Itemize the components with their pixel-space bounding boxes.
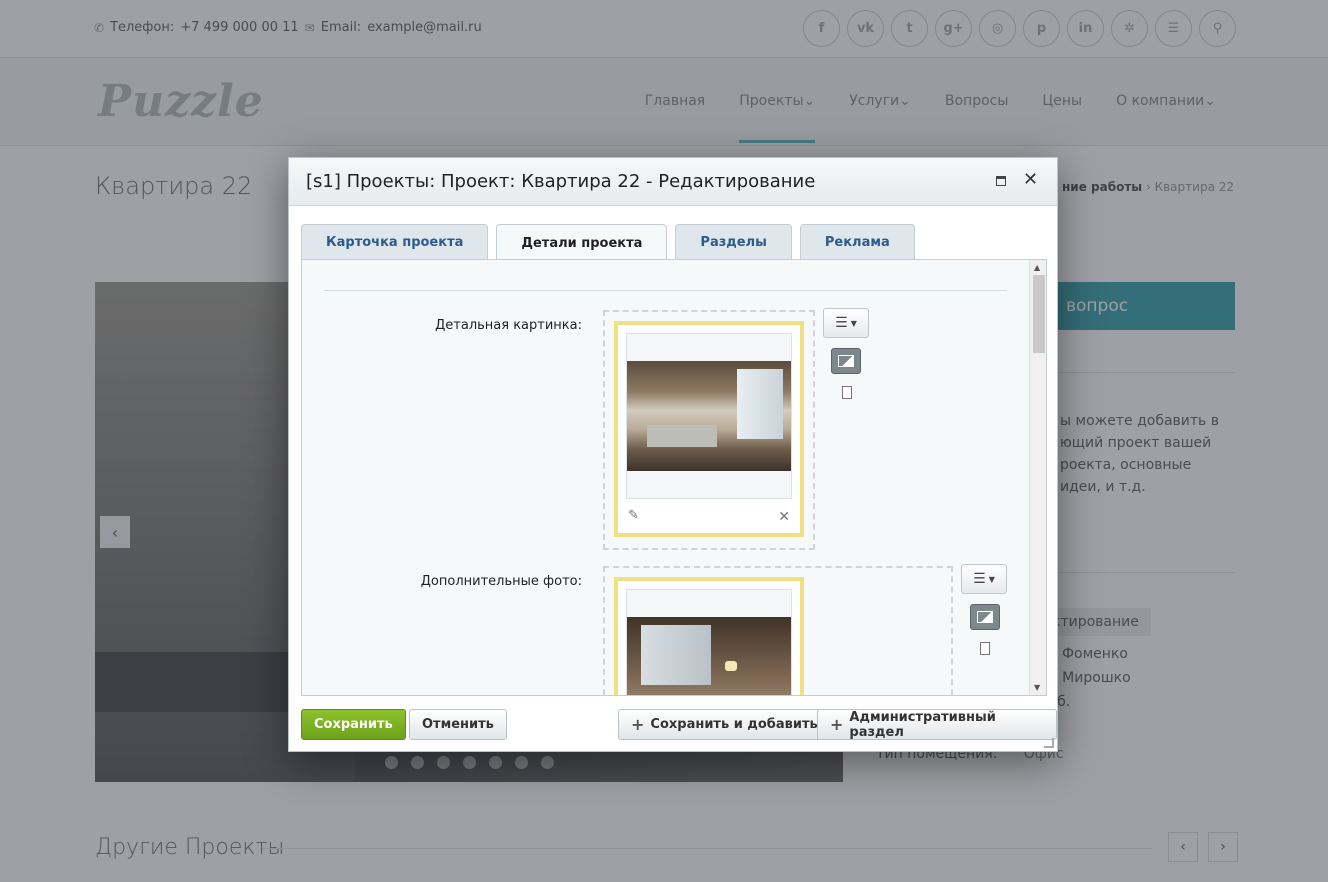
photo-window: [737, 369, 783, 439]
chevron-down-icon: ▼: [988, 574, 995, 584]
save-and-add-label: Сохранить и добавить: [650, 717, 818, 732]
divider: [324, 290, 1007, 291]
tab-project-card[interactable]: Карточка проекта: [301, 224, 489, 260]
scrollbar-thumb[interactable]: [1033, 275, 1045, 353]
dialog-tabs: Карточка проекта Детали проекта Разделы …: [301, 224, 915, 261]
scrollbar[interactable]: ▲ ▼: [1029, 260, 1046, 695]
photo-counter: [647, 425, 717, 447]
detail-picture-label: Детальная картинка:: [435, 318, 582, 333]
cancel-button[interactable]: Отменить: [409, 709, 507, 740]
plus-icon: +: [631, 715, 645, 734]
tab-advertising[interactable]: Реклама: [799, 224, 915, 260]
chevron-down-icon: ▼: [850, 318, 857, 328]
pencil-icon[interactable]: ✎: [628, 508, 639, 523]
save-button[interactable]: Сохранить: [301, 709, 406, 740]
menu-icon: ☰: [835, 315, 848, 331]
tab-project-details[interactable]: Детали проекта: [496, 224, 668, 261]
image-thumbnail: [626, 333, 792, 499]
kitchen-photo: [627, 361, 791, 471]
scroll-down-icon[interactable]: ▼: [1034, 683, 1040, 692]
resize-handle[interactable]: [1044, 738, 1054, 748]
file-menu-button[interactable]: ☰ ▼: [961, 564, 1007, 594]
image-upload-button[interactable]: [831, 348, 861, 374]
file-icon[interactable]: [980, 642, 990, 655]
image-icon: [977, 611, 993, 623]
dialog-title: [s1] Проекты: Проект: Квартира 22 - Реда…: [306, 171, 816, 192]
extra-photos-label: Дополнительные фото:: [420, 574, 582, 589]
delete-icon[interactable]: ✕: [778, 509, 790, 525]
file-icon[interactable]: [842, 386, 852, 399]
close-icon[interactable]: ✕: [1023, 171, 1038, 189]
extra-photo-preview[interactable]: [614, 577, 804, 695]
tab-sections[interactable]: Разделы: [675, 224, 792, 260]
tab-content: Детальная картинка: ✎ ✕ ☰ ▼ Дополнительны…: [301, 259, 1047, 696]
maximize-icon[interactable]: [996, 176, 1006, 186]
menu-icon: ☰: [973, 571, 986, 587]
photo-window: [641, 625, 711, 685]
save-and-add-button[interactable]: + Сохранить и добавить: [618, 709, 831, 740]
file-menu-button[interactable]: ☰ ▼: [823, 308, 869, 338]
admin-section-label: Административный раздел: [849, 709, 996, 740]
dialog-header[interactable]: [s1] Проекты: Проект: Квартира 22 - Реда…: [289, 158, 1057, 206]
scroll-up-icon[interactable]: ▲: [1034, 263, 1040, 272]
image-thumbnail: [626, 589, 792, 695]
edit-dialog: [s1] Проекты: Проект: Квартира 22 - Реда…: [288, 157, 1058, 752]
photo-lamp: [725, 661, 737, 671]
admin-section-button[interactable]: + Административный раздел: [817, 709, 1057, 740]
bedroom-photo: [627, 617, 791, 695]
detail-picture-preview[interactable]: ✎ ✕: [614, 321, 804, 537]
image-icon: [838, 355, 854, 367]
image-upload-button[interactable]: [970, 604, 1000, 630]
plus-icon: +: [830, 715, 844, 734]
